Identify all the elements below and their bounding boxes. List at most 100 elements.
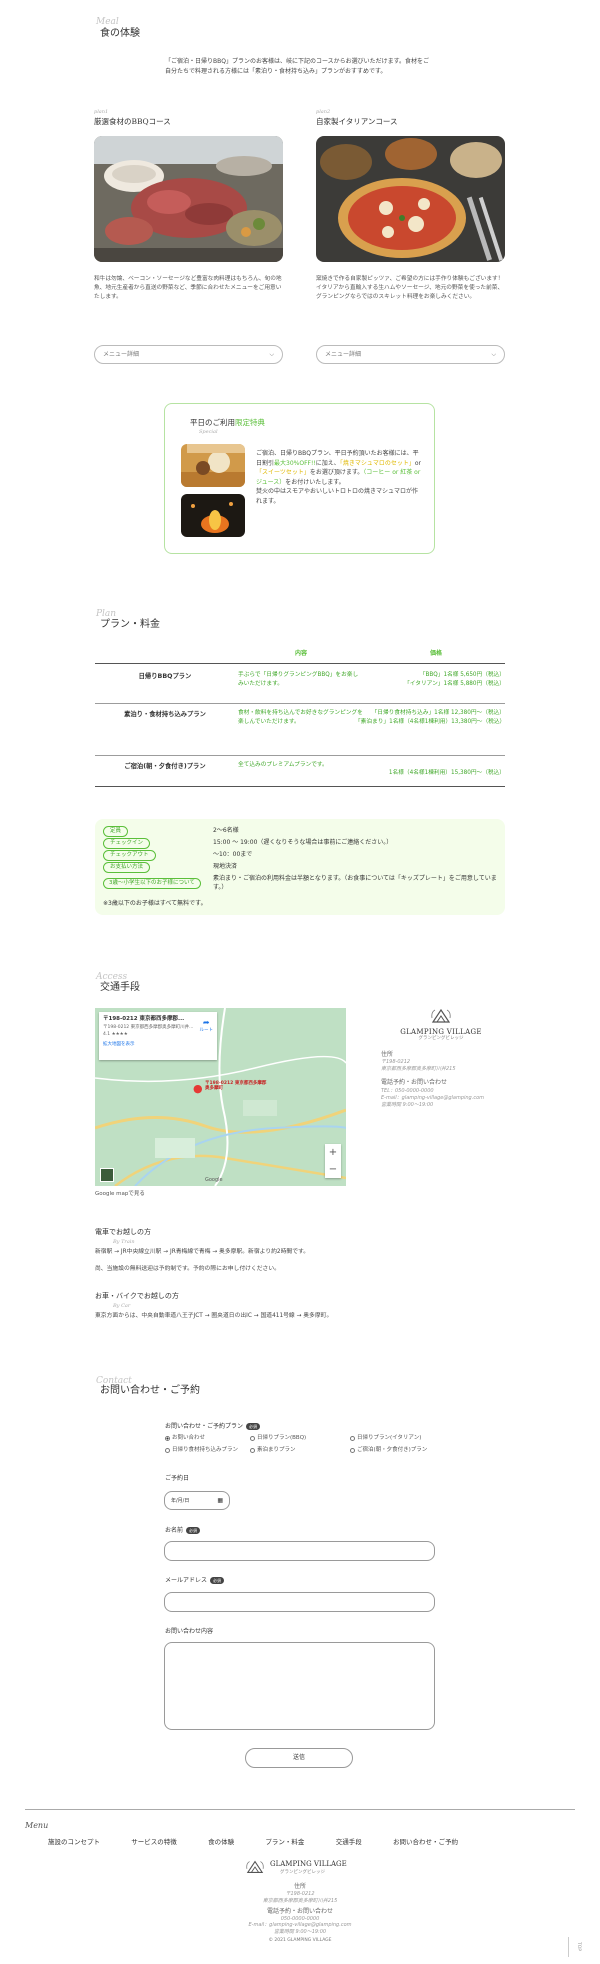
- plan-price-line: 「BBQ」1名様 5,650円（税込）: [419, 672, 505, 678]
- chevron-down-icon: ⌵: [269, 350, 274, 358]
- pizza-photo: [316, 136, 505, 262]
- plan-row-content: 手ぶらで「日帰りグランピングBBQ」をお楽しみいただけます。: [238, 672, 359, 688]
- map-pin-icon[interactable]: ●: [193, 1083, 203, 1094]
- footer-nav-contact[interactable]: お問い合わせ・ご予約: [393, 1837, 458, 1847]
- radio-room-only[interactable]: 素泊まりプラン: [250, 1446, 350, 1455]
- plan-info-panel: 定員 2〜6名様 チェックイン 15:00 〜 19:00（遅くなりそうな場合は事前…: [95, 819, 505, 915]
- map-layer-icon[interactable]: [100, 1168, 114, 1182]
- access-logo: GLAMPING VILLAGE グランピングビレッジ: [381, 1008, 501, 1041]
- plan2-menu-select[interactable]: メニュー詳細 ⌵: [316, 345, 505, 364]
- plan1-desc: 和牛は勿論、ベーコン・ソーセージなど豊富な肉料理はもちろん、旬の地魚、地元生産者…: [94, 276, 282, 301]
- email-input[interactable]: [164, 1592, 435, 1612]
- name-input[interactable]: [164, 1541, 435, 1561]
- footer-tel: 050-0000-0000: [280, 1915, 320, 1922]
- footer-nav-access[interactable]: 交通手段: [336, 1837, 362, 1847]
- plan-row-price: 「日帰り食材持ち込み」1名様 12,380円～（税込） 「素泊まり」1名様（4名様…: [355, 709, 505, 727]
- radio-label: お問い合わせ: [172, 1435, 206, 1441]
- date-label: ご予約日: [165, 1475, 190, 1482]
- email-label: メールアドレス 必須: [165, 1576, 225, 1586]
- info-row: チェックアウト 〜10：00まで: [103, 849, 498, 861]
- meal-section-en: Meal: [96, 17, 119, 27]
- radio-icon: [165, 1447, 170, 1453]
- back-to-top-button[interactable]: TOP: [568, 1937, 582, 1957]
- map-route-button[interactable]: ➦ ルート: [200, 1018, 214, 1033]
- radio-label: 日帰りプラン(イタリアン): [357, 1435, 422, 1441]
- footer-tel-heading: 電話予約・お問い合わせ: [266, 1907, 333, 1915]
- email-label-text: メールアドレス: [165, 1577, 208, 1584]
- radio-label: 素泊まりプラン: [257, 1446, 296, 1453]
- name-label-text: お名前: [165, 1527, 184, 1534]
- info-tag: チェックイン: [103, 837, 151, 849]
- radio-stay[interactable]: ご宿泊(朝・夕食付き)プラン: [350, 1446, 440, 1455]
- hours-text: 営業時間 9:00〜19:00: [381, 1101, 434, 1108]
- name-label: お名前 必須: [165, 1526, 201, 1536]
- special-title-b: 限定特典: [235, 418, 265, 427]
- info-tag: お支払い方法: [103, 861, 151, 873]
- radio-inquiry[interactable]: お問い合わせ: [165, 1434, 250, 1443]
- plan1-menu-select[interactable]: メニュー詳細 ⌵: [94, 345, 283, 364]
- special-body-3: or: [414, 459, 421, 467]
- plan-row-price: 「BBQ」1名様 5,650円（税込） 「イタリアン」1名様 5,880円（税込）: [355, 671, 505, 689]
- table-header-content: 内容: [295, 650, 308, 657]
- table-bottom-rule: [95, 786, 505, 787]
- zoom-out-button[interactable]: −: [325, 1161, 341, 1178]
- footer-nav-plan[interactable]: プラン・料金: [265, 1837, 304, 1847]
- footer-nav-service[interactable]: サービスの特徴: [131, 1837, 177, 1847]
- info-row: チェックイン 15:00 〜 19:00（遅くなりそうな場合は事前にご連絡ください…: [103, 837, 498, 849]
- footer-logo-name: GLAMPING VILLAGE: [270, 1860, 347, 1868]
- train-en: By Train: [113, 1239, 135, 1245]
- logo-kana: グランピングビレッジ: [418, 1035, 464, 1041]
- access-contact-info: 住所 〒198-0212 東京都西多摩郡奥多摩町川井215 電話予約・お問い合わ…: [381, 1051, 521, 1109]
- addr-heading: 住所: [381, 1051, 394, 1058]
- google-map-link[interactable]: Google mapで見る: [95, 1190, 145, 1199]
- message-textarea[interactable]: [164, 1642, 435, 1730]
- plan-row-name: 日帰りBBQプラン: [138, 673, 192, 680]
- radio-daytrip-bbq[interactable]: 日帰りプラン(BBQ): [250, 1434, 350, 1443]
- plan-row-daytrip: 日帰りBBQプラン 手ぶらで「日帰りグランピングBBQ」をお楽しみいただけます。…: [95, 663, 505, 703]
- plan-question-label: お問い合わせ・ご予約プラン 必須: [165, 1422, 261, 1432]
- footer-hours: 営業時間 9:00〜19:00: [273, 1929, 327, 1936]
- radio-bring-food[interactable]: 日帰り食材持ち込みプラン: [165, 1446, 250, 1455]
- plan-price-line: 1名様（4名様1棟利用）15,380円～（税込）: [388, 770, 505, 776]
- plan1-select-label: メニュー詳細: [103, 350, 140, 358]
- radio-daytrip-italian[interactable]: 日帰りプラン(イタリアン): [350, 1434, 440, 1443]
- special-body-2: に加え、: [315, 459, 340, 467]
- plan-row-content: 全て込みのプレミアムプランです。: [238, 762, 328, 768]
- special-note: 焚火の中はスモアやおいしいトロトロの焼きマシュマロが作れます。: [256, 488, 419, 505]
- addr-text: 東京都西多摩郡奥多摩町川井215: [381, 1066, 456, 1073]
- tel-text: TEL：050-0000-0000: [381, 1087, 434, 1094]
- meal-section-title: 食の体験: [100, 28, 140, 39]
- map-pin-label: 〒198-0212 東京都西多摩郡奥多摩町: [205, 1081, 267, 1092]
- train-text: 新宿駅 → JR中央線立川駅 → JR青梅線で青梅 → 奥多摩駅。新宿より約2時…: [95, 1249, 310, 1255]
- route-arrow-icon: ➦: [202, 1018, 210, 1027]
- special-hl-2: 「焼きマシュマロのセット」: [339, 459, 415, 467]
- special-title-a: 平日のご利用: [190, 418, 235, 427]
- date-input[interactable]: 年/月/日 ▦: [164, 1491, 230, 1510]
- bbq-photo: [94, 136, 283, 262]
- plan2-title: 自家製イタリアンコース: [316, 117, 398, 126]
- radio-icon: [250, 1435, 255, 1441]
- footer-nav-meal[interactable]: 食の体験: [208, 1837, 234, 1847]
- footer-copyright: © 2021 GLAMPING VILLAGE: [268, 1937, 332, 1943]
- info-text: 〜10：00まで: [213, 851, 253, 859]
- zoom-in-button[interactable]: +: [325, 1144, 341, 1161]
- footer-addr: 東京都西多摩郡奥多摩町川井215: [262, 1897, 338, 1904]
- train-title: 電車でお越しの方: [95, 1228, 151, 1236]
- footer-nav-concept[interactable]: 施設のコンセプト: [48, 1837, 100, 1847]
- google-map[interactable]: 〒198-0212 東京都西多摩郡... 〒198-0212 東京都西多摩郡奥多…: [95, 1008, 346, 1186]
- special-title: 平日のご利用限定特典: [190, 419, 265, 427]
- plan1-en: plan1: [94, 109, 109, 115]
- submit-button[interactable]: 送信: [245, 1748, 353, 1768]
- radio-icon: [350, 1447, 355, 1453]
- map-card-link[interactable]: 拡大地図を表示: [103, 1041, 213, 1048]
- access-section-title: 交通手段: [100, 982, 140, 993]
- map-card-title: 〒198-0212 東京都西多摩郡...: [103, 1016, 185, 1022]
- plan-row-name: ご宿泊(朝・夕食付き)プラン: [124, 763, 206, 770]
- plan-price-line: 「イタリアン」1名様 5,880円（税込）: [404, 681, 505, 688]
- footer-contact: 住所 〒198-0212 東京都西多摩郡奥多摩町川井215 電話予約・お問い合わ…: [200, 1883, 400, 1944]
- radio-label: ご宿泊(朝・夕食付き)プラン: [357, 1446, 428, 1453]
- footer-logo-kana: グランピングビレッジ: [280, 1870, 325, 1875]
- required-badge: 必須: [246, 1423, 261, 1430]
- contact-section-title: お問い合わせ・ご予約: [100, 1385, 200, 1396]
- info-text: 2〜6名様: [213, 827, 239, 835]
